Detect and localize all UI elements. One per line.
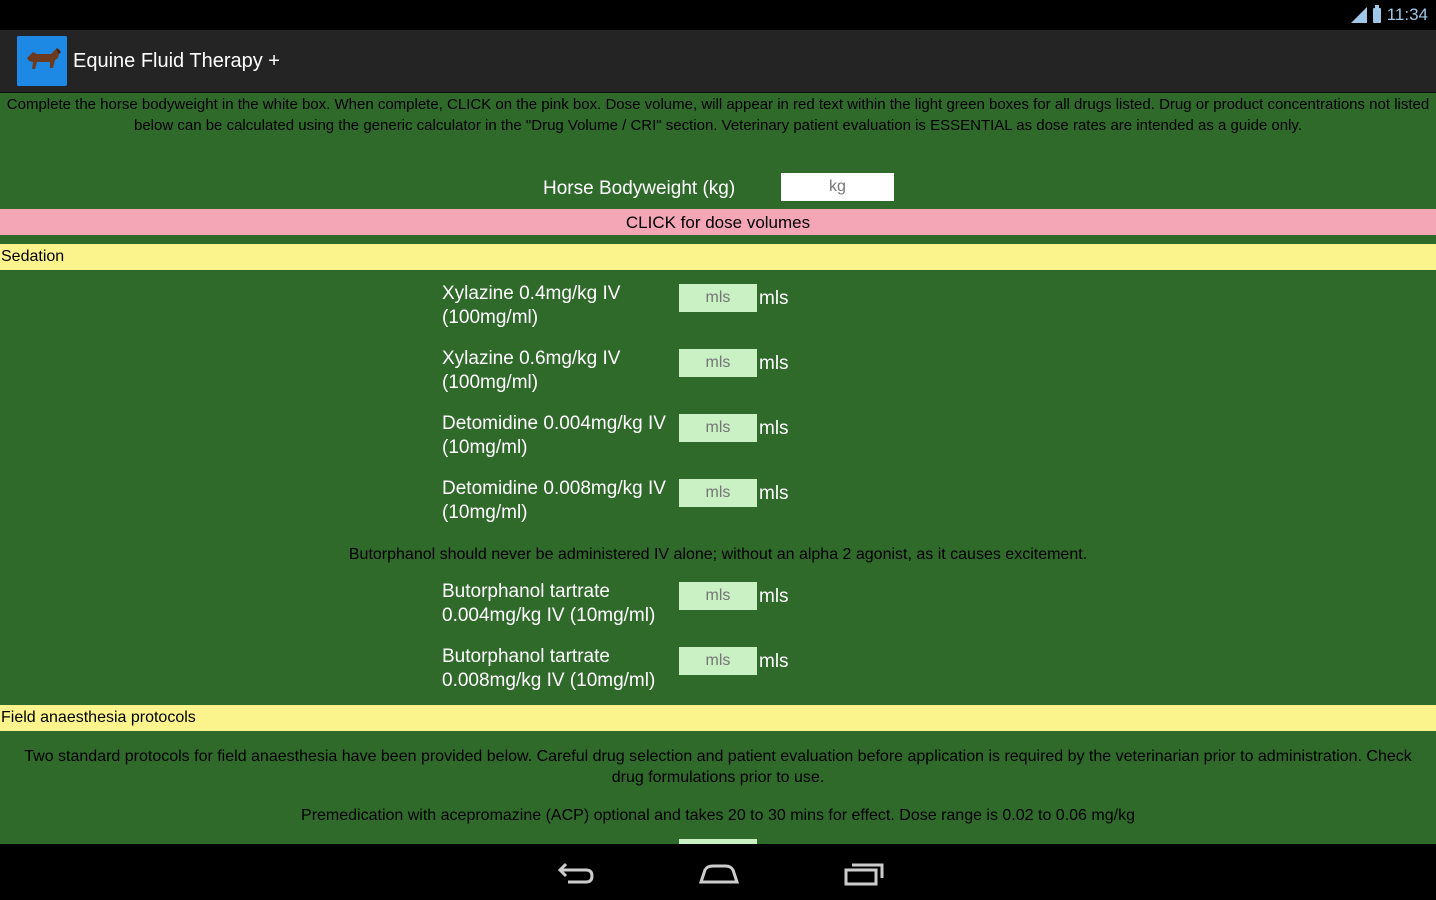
- horse-icon[interactable]: [17, 36, 67, 86]
- drug-row: Butorphanol tartrate 0.008mg/kg IV (10mg…: [0, 645, 1436, 705]
- dose-volume-field[interactable]: [679, 284, 757, 312]
- unit-label: mls: [759, 353, 789, 374]
- drug-label: Detomidine 0.004mg/kg IV (10mg/ml): [442, 413, 666, 458]
- main-content[interactable]: Complete the horse bodyweight in the whi…: [0, 93, 1436, 844]
- back-icon[interactable]: [554, 856, 598, 888]
- bodyweight-input[interactable]: [781, 173, 894, 201]
- field-anaesthesia-note: Two standard protocols for field anaesth…: [24, 748, 1412, 786]
- unit-label: mls: [759, 418, 789, 439]
- drug-row: Butorphanol tartrate 0.004mg/kg IV (10mg…: [0, 580, 1436, 640]
- navigation-bar: [0, 844, 1436, 900]
- status-time: 11:34: [1386, 5, 1428, 24]
- section-header-sedation: Sedation: [0, 244, 1436, 270]
- drug-row: Xylazine 0.6mg/kg IV (100mg/ml) mls: [0, 347, 1436, 407]
- bodyweight-label: Horse Bodyweight (kg): [543, 178, 736, 199]
- instructions-text: Complete the horse bodyweight in the whi…: [6, 96, 1430, 134]
- dose-volume-field[interactable]: [679, 582, 757, 610]
- drug-label: Butorphanol tartrate 0.008mg/kg IV (10mg…: [442, 646, 656, 691]
- drug-row: Xylazine 0.4mg/kg IV (100mg/ml) mls: [0, 282, 1436, 342]
- drug-row: Detomidine 0.008mg/kg IV (10mg/ml) mls: [0, 477, 1436, 537]
- home-icon[interactable]: [697, 856, 741, 888]
- battery-icon: [1372, 4, 1381, 23]
- dose-volume-field[interactable]: [679, 349, 757, 377]
- premedication-note: Premedication with acepromazine (ACP) op…: [301, 807, 1135, 824]
- dose-volume-field[interactable]: [679, 414, 757, 442]
- signal-icon: [1350, 7, 1367, 23]
- unit-label: mls: [759, 288, 789, 309]
- bodyweight-row: Horse Bodyweight (kg): [0, 173, 1436, 203]
- drug-row: Detomidine 0.004mg/kg IV (10mg/ml) mls: [0, 412, 1436, 472]
- drug-label: Detomidine 0.008mg/kg IV (10mg/ml): [442, 478, 666, 523]
- action-bar: Equine Fluid Therapy +: [0, 30, 1436, 93]
- butorphanol-warning: Butorphanol should never be administered…: [348, 546, 1088, 563]
- status-bar: 11:34: [0, 0, 1436, 30]
- app-title: Equine Fluid Therapy +: [73, 50, 280, 72]
- calculate-dose-button[interactable]: CLICK for dose volumes: [0, 209, 1436, 235]
- unit-label: mls: [759, 586, 789, 607]
- status-icons: 11:34: [1350, 4, 1428, 25]
- unit-label: mls: [759, 483, 789, 504]
- unit-label: mls: [759, 651, 789, 672]
- drug-label: Xylazine 0.6mg/kg IV (100mg/ml): [442, 348, 621, 393]
- dose-volume-field[interactable]: [679, 647, 757, 675]
- drug-label: Butorphanol tartrate 0.004mg/kg IV (10mg…: [442, 581, 656, 626]
- recents-icon[interactable]: [842, 856, 886, 888]
- section-header-field-anaesthesia: Field anaesthesia protocols: [0, 705, 1436, 731]
- drug-label: Xylazine 0.4mg/kg IV (100mg/ml): [442, 283, 621, 328]
- dose-volume-field[interactable]: [679, 479, 757, 507]
